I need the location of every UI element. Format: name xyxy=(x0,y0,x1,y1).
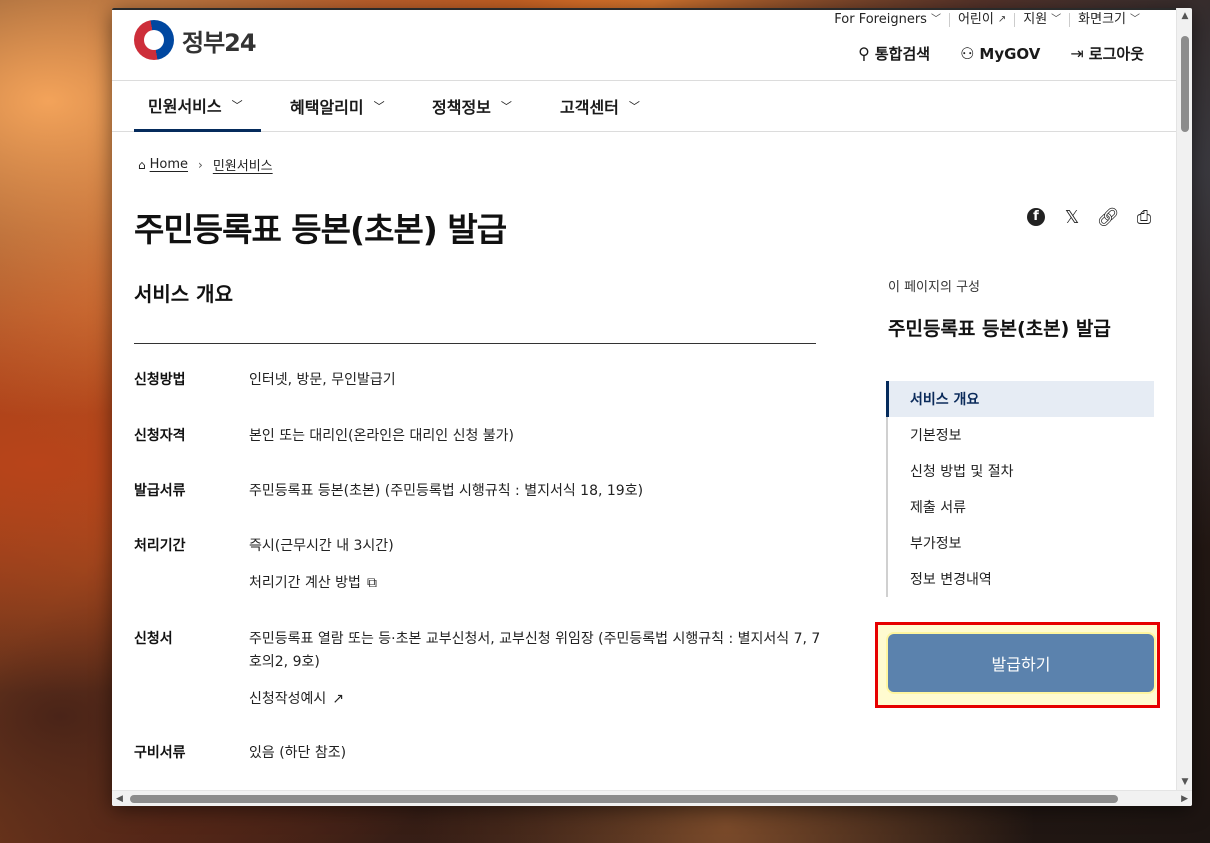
horizontal-scrollbar[interactable]: ◀ ▶ xyxy=(112,790,1192,806)
logo-text: 정부24 xyxy=(182,28,257,57)
mygov-button[interactable]: ⚇ MyGOV xyxy=(960,43,1040,64)
info-row-processing: 처리기간 즉시(근무시간 내 3시간) 처리기간 계산 방법 ⧉ xyxy=(134,535,824,595)
breadcrumb: ⌂ Home › 민원서비스 xyxy=(138,155,273,174)
browser-window: 정부24 For Foreigners ﹀ 어린이 ↗ 지원 ﹀ 화면크기 ﹀ ⚲ 통합… xyxy=(112,8,1192,806)
info-value: 주민등록표 열람 또는 등·초본 교부신청서, 교부신청 위임장 (주민등록법 … xyxy=(249,631,821,670)
info-value-block: 주민등록표 열람 또는 등·초본 교부신청서, 교부신청 위임장 (주민등록법 … xyxy=(249,628,824,711)
toc-item-procedure[interactable]: 신청 방법 및 절차 xyxy=(888,453,1154,489)
screen-size-menu[interactable]: 화면크기 ﹀ xyxy=(1069,13,1148,27)
gnb-policy-info[interactable]: 정책정보 ﹀ xyxy=(432,81,512,131)
section-divider xyxy=(134,343,816,344)
logout-button[interactable]: ⇥ 로그아웃 xyxy=(1070,43,1144,64)
scroll-left-icon[interactable]: ◀ xyxy=(116,794,123,804)
chevron-right-icon: › xyxy=(198,157,203,172)
user-icon: ⚇ xyxy=(960,44,975,63)
toc-item-overview[interactable]: 서비스 개요 xyxy=(886,381,1154,417)
processing-calc-link[interactable]: 처리기간 계산 방법 ⧉ xyxy=(249,572,824,595)
info-label: 구비서류 xyxy=(134,745,186,761)
taegeuk-logo-icon xyxy=(134,20,174,60)
chevron-down-icon: ﹀ xyxy=(1130,14,1140,25)
toc-item-change-history[interactable]: 정보 변경내역 xyxy=(888,561,1154,597)
toc-item-basic-info[interactable]: 기본정보 xyxy=(888,417,1154,453)
x-icon: 𝕏 xyxy=(1064,206,1080,228)
site-logo[interactable]: 정부24 xyxy=(134,20,257,60)
toc-nav: 서비스 개요 기본정보 신청 방법 및 절차 제출 서류 부가정보 정보 변경내… xyxy=(886,381,1154,597)
for-foreigners-link[interactable]: For Foreigners ﹀ xyxy=(826,13,949,27)
info-row-document: 발급서류 주민등록표 등본(초본) (주민등록법 시행규칙 : 별지서식 18,… xyxy=(134,480,824,503)
gnb-customer-center[interactable]: 고객센터 ﹀ xyxy=(560,81,640,131)
kids-link[interactable]: 어린이 ↗ xyxy=(948,13,1014,27)
share-tools: f 𝕏 🔗︎ ⎙ xyxy=(1024,205,1168,229)
printer-icon: ⎙ xyxy=(1136,206,1152,228)
section-title: 서비스 개요 xyxy=(134,282,233,306)
facebook-icon: f xyxy=(1027,208,1045,226)
support-menu[interactable]: 지원 ﹀ xyxy=(1014,13,1069,27)
paperclip-icon: 🔗︎ xyxy=(1096,206,1120,228)
breadcrumb-current[interactable]: 민원서비스 xyxy=(213,155,273,174)
facebook-share-button[interactable]: f xyxy=(1024,205,1048,229)
toc-caption: 이 페이지의 구성 xyxy=(888,280,980,295)
chevron-down-icon: ﹀ xyxy=(628,100,640,113)
chevron-down-icon: ﹀ xyxy=(373,100,385,113)
info-row-application: 신청서 주민등록표 열람 또는 등·초본 교부신청서, 교부신청 위임장 (주민… xyxy=(134,628,824,711)
gnb-benefit-alert[interactable]: 혜택알리미 ﹀ xyxy=(290,81,385,131)
issue-button-highlight: 발급하기 xyxy=(875,622,1160,708)
info-label: 발급서류 xyxy=(134,483,186,499)
info-value: 본인 또는 대리인(온라인은 대리인 신청 불가) xyxy=(249,428,515,444)
chevron-down-icon: ﹀ xyxy=(500,100,512,113)
toc-title: 주민등록표 등본(초본) 발급 xyxy=(888,318,1111,340)
info-label: 처리기간 xyxy=(134,538,186,554)
chevron-down-icon: ﹀ xyxy=(231,99,243,112)
breadcrumb-home[interactable]: Home xyxy=(150,157,188,172)
info-value: 즉시(근무시간 내 3시간) xyxy=(249,538,394,554)
vertical-scroll-thumb[interactable] xyxy=(1181,36,1189,132)
application-example-link[interactable]: 신청작성예시 ↗ xyxy=(249,688,824,711)
toc-item-documents[interactable]: 제출 서류 xyxy=(888,489,1154,525)
x-share-button[interactable]: 𝕏 xyxy=(1060,205,1084,229)
print-button[interactable]: ⎙ xyxy=(1132,205,1156,229)
page-content: 정부24 For Foreigners ﹀ 어린이 ↗ 지원 ﹀ 화면크기 ﹀ ⚲ 통합… xyxy=(112,8,1176,790)
search-icon: ⚲ xyxy=(858,44,870,63)
copy-link-button[interactable]: 🔗︎ xyxy=(1096,205,1120,229)
issue-button[interactable]: 발급하기 xyxy=(888,634,1154,692)
header-actions: ⚲ 통합검색 ⚇ MyGOV ⇥ 로그아웃 xyxy=(828,43,1144,64)
unified-search-button[interactable]: ⚲ 통합검색 xyxy=(858,43,930,64)
chevron-down-icon: ﹀ xyxy=(930,14,941,25)
info-row-eligibility: 신청자격 본인 또는 대리인(온라인은 대리인 신청 불가) xyxy=(134,425,824,448)
info-label: 신청서 xyxy=(134,631,173,647)
horizontal-scroll-thumb[interactable] xyxy=(130,795,1118,803)
logout-icon: ⇥ xyxy=(1070,44,1084,63)
info-value: 인터넷, 방문, 무인발급기 xyxy=(249,372,396,388)
scroll-up-icon[interactable]: ▲ xyxy=(1180,11,1190,21)
home-icon: ⌂ xyxy=(138,157,146,172)
scroll-right-icon[interactable]: ▶ xyxy=(1181,794,1188,804)
utility-menu: For Foreigners ﹀ 어린이 ↗ 지원 ﹀ 화면크기 ﹀ xyxy=(826,13,1148,27)
chevron-down-icon: ﹀ xyxy=(1051,14,1062,25)
info-row-required-docs: 구비서류 있음 (하단 참조) xyxy=(134,742,824,765)
info-row-method: 신청방법 인터넷, 방문, 무인발급기 xyxy=(134,369,824,392)
toc-item-additional[interactable]: 부가정보 xyxy=(888,525,1154,561)
gnb-civil-service[interactable]: 민원서비스 ﹀ xyxy=(134,81,261,132)
info-label: 신청방법 xyxy=(134,372,186,388)
external-link-icon: ↗ xyxy=(332,691,345,707)
page-title: 주민등록표 등본(초본) 발급 xyxy=(134,210,507,249)
external-link-icon: ↗ xyxy=(997,14,1007,25)
info-label: 신청자격 xyxy=(134,428,186,444)
vertical-scrollbar[interactable]: ▲ ▼ xyxy=(1176,8,1192,790)
copy-icon: ⧉ xyxy=(366,575,377,591)
info-value-block: 즉시(근무시간 내 3시간) 처리기간 계산 방법 ⧉ xyxy=(249,535,824,595)
global-nav: 민원서비스 ﹀ 혜택알리미 ﹀ 정책정보 ﹀ 고객센터 ﹀ xyxy=(112,80,1176,132)
info-value: 있음 (하단 참조) xyxy=(249,745,347,761)
info-value: 주민등록표 등본(초본) (주민등록법 시행규칙 : 별지서식 18, 19호) xyxy=(249,483,644,499)
scroll-down-icon[interactable]: ▼ xyxy=(1180,777,1190,787)
